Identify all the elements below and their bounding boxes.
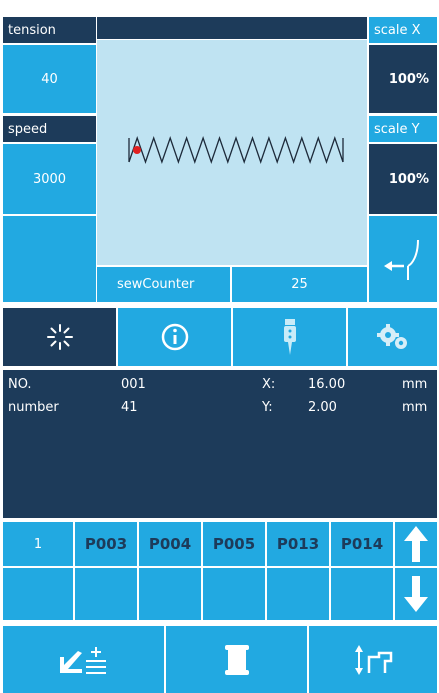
pattern-empty-slot[interactable] xyxy=(75,568,137,620)
preview-title-bar xyxy=(97,17,367,39)
number-label: number xyxy=(8,400,59,415)
pattern-index[interactable]: 1 xyxy=(3,522,73,566)
tab-needle[interactable] xyxy=(233,308,346,366)
pattern-edit-icon xyxy=(59,646,106,674)
pattern-empty-slot[interactable] xyxy=(3,568,73,620)
scale-y-value-button[interactable]: 100% xyxy=(369,144,437,214)
info-icon xyxy=(161,323,188,351)
x-label: X: xyxy=(262,377,276,392)
tab-info[interactable] xyxy=(118,308,231,366)
no-value: 001 xyxy=(121,377,146,392)
needle-origin-button[interactable] xyxy=(369,216,437,302)
sparkle-icon xyxy=(46,324,73,350)
pattern-edit-button[interactable] xyxy=(3,626,164,693)
tension-label: tension xyxy=(3,17,96,43)
needle-position-marker xyxy=(133,146,141,154)
pattern-empty-slot[interactable] xyxy=(331,568,393,620)
arrow-up-icon xyxy=(404,526,428,562)
pattern-button-4[interactable]: P013 xyxy=(267,522,329,566)
tension-value-button[interactable]: 40 xyxy=(3,45,96,113)
scale-x-label: scale X xyxy=(369,17,437,43)
pattern-button-5[interactable]: P014 xyxy=(331,522,393,566)
tab-settings[interactable] xyxy=(348,308,437,366)
scroll-down-button[interactable] xyxy=(395,568,437,620)
origin-return-icon xyxy=(384,239,419,280)
pattern-empty-slot[interactable] xyxy=(203,568,265,620)
needle-icon xyxy=(283,319,296,355)
arrow-down-icon xyxy=(404,576,428,612)
pattern-preview xyxy=(97,40,367,265)
bobbin-icon xyxy=(224,644,249,675)
pattern-button-3[interactable]: P005 xyxy=(203,522,265,566)
scroll-up-button[interactable] xyxy=(395,522,437,566)
stitch-pattern-svg xyxy=(128,135,344,165)
speed-value-button[interactable]: 3000 xyxy=(3,144,96,214)
bobbin-button[interactable] xyxy=(166,626,307,693)
y-unit: mm xyxy=(402,400,428,415)
presser-foot-icon xyxy=(355,644,393,675)
x-value: 16.00 xyxy=(308,377,346,392)
pattern-button-1[interactable]: P003 xyxy=(75,522,137,566)
pattern-empty-slot[interactable] xyxy=(267,568,329,620)
no-label: NO. xyxy=(8,377,32,392)
gears-icon xyxy=(376,324,407,349)
info-panel: NO. 001 X: 16.00 mm number 41 Y: 2.00 mm xyxy=(3,370,437,518)
sew-counter-value[interactable]: 25 xyxy=(232,267,367,302)
presser-foot-button[interactable] xyxy=(309,626,437,693)
number-value: 41 xyxy=(121,400,138,415)
sew-counter-label: sewCounter xyxy=(97,267,230,302)
y-value: 2.00 xyxy=(308,400,337,415)
speed-label: speed xyxy=(3,116,96,142)
scale-y-label: scale Y xyxy=(369,116,437,142)
pattern-button-2[interactable]: P004 xyxy=(139,522,201,566)
zigzag-stitch-line xyxy=(128,135,344,165)
x-unit: mm xyxy=(402,377,428,392)
pattern-empty-slot[interactable] xyxy=(139,568,201,620)
y-label: Y: xyxy=(262,400,273,415)
scale-x-value-button[interactable]: 100% xyxy=(369,45,437,113)
tab-function[interactable] xyxy=(3,308,116,366)
left-blank-button[interactable] xyxy=(3,216,96,302)
